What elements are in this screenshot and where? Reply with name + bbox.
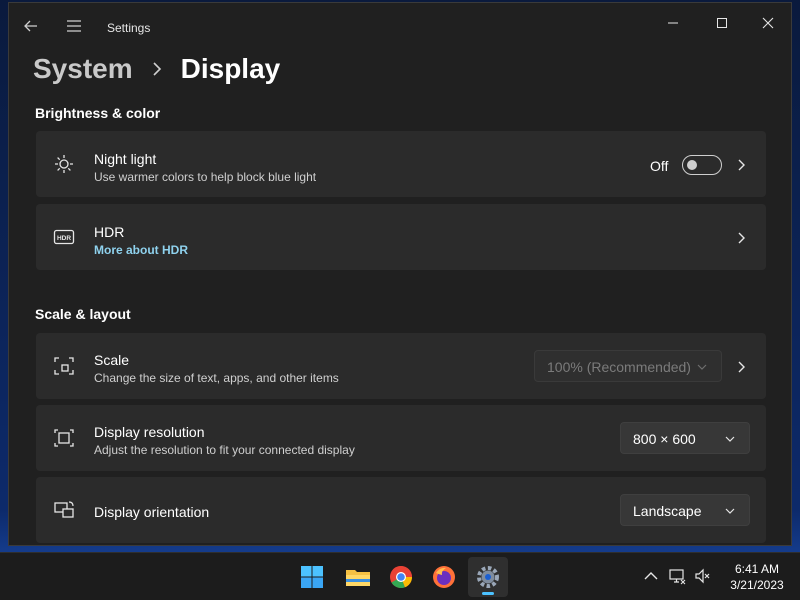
close-icon (762, 17, 774, 29)
hdr-title: HDR (94, 224, 125, 240)
display-resolution-subtitle: Adjust the resolution to fit your connec… (94, 443, 355, 457)
section-title-scale: Scale & layout (35, 306, 131, 322)
volume-muted-icon[interactable] (694, 567, 712, 585)
night-light-toggle-label: Off (650, 158, 669, 174)
chevron-down-icon (725, 436, 735, 442)
start-button[interactable] (292, 557, 332, 597)
toggle-knob (687, 160, 697, 170)
section-title-brightness: Brightness & color (35, 105, 161, 121)
maximize-icon (717, 18, 727, 28)
chevron-right-icon (738, 361, 745, 373)
display-orientation-title: Display orientation (94, 504, 210, 520)
display-resolution-card: Display resolution Adjust the resolution… (36, 405, 766, 471)
clock-date: 3/21/2023 (730, 578, 784, 592)
display-orientation-dropdown[interactable]: Landscape (620, 494, 750, 526)
scale-title: Scale (94, 352, 130, 368)
firefox-button[interactable] (424, 557, 464, 597)
settings-window: Settings System Display Brightness & col… (8, 2, 792, 546)
scale-card[interactable]: Scale Change the size of text, apps, and… (36, 333, 766, 399)
title-bar: Settings (9, 3, 791, 47)
svg-text:HDR: HDR (57, 235, 71, 242)
hdr-card[interactable]: HDR HDR More about HDR (36, 204, 766, 270)
settings-icon (477, 566, 499, 588)
settings-button[interactable] (468, 557, 508, 597)
night-light-icon (55, 155, 73, 173)
file-explorer-icon (346, 570, 370, 586)
chevron-right-icon (738, 159, 745, 171)
chevron-down-icon (697, 364, 707, 370)
network-icon[interactable] (668, 567, 686, 585)
chevron-down-icon (725, 508, 735, 514)
scale-icon (54, 357, 74, 375)
file-explorer-button[interactable] (338, 557, 378, 597)
chevron-up-icon[interactable] (642, 567, 660, 585)
page-title: Display (180, 53, 281, 84)
minimize-button[interactable] (650, 9, 696, 37)
display-resolution-title: Display resolution (94, 424, 205, 440)
chrome-button[interactable] (381, 557, 421, 597)
window-title: Settings (107, 21, 151, 35)
close-button[interactable] (745, 9, 791, 37)
night-light-subtitle: Use warmer colors to help block blue lig… (94, 170, 317, 184)
system-clock[interactable]: 6:41 AM 3/21/2023 (722, 561, 792, 593)
resolution-icon (54, 429, 74, 447)
start-icon (301, 566, 323, 588)
hamburger-menu-icon[interactable] (65, 17, 83, 35)
display-orientation-card: Display orientation Landscape (36, 477, 766, 543)
hdr-icon: HDR (53, 229, 75, 245)
night-light-title: Night light (94, 151, 157, 167)
chevron-right-icon (738, 232, 745, 244)
night-light-card[interactable]: Night light Use warmer colors to help bl… (36, 131, 766, 197)
more-about-hdr-link[interactable]: More about HDR (94, 243, 188, 257)
orientation-icon (54, 501, 74, 518)
chevron-right-icon (153, 62, 161, 76)
breadcrumb: System Display (33, 49, 280, 89)
breadcrumb-system[interactable]: System (33, 53, 133, 85)
active-app-indicator (482, 592, 494, 595)
taskbar: 6:41 AM 3/21/2023 (0, 552, 800, 600)
display-resolution-dropdown[interactable]: 800 × 600 (620, 422, 750, 454)
chrome-icon (390, 566, 413, 589)
display-resolution-value: 800 × 600 (633, 431, 696, 447)
scale-dropdown[interactable]: 100% (Recommended) (534, 350, 722, 382)
maximize-button[interactable] (699, 9, 745, 37)
night-light-toggle[interactable] (682, 155, 722, 175)
scale-dropdown-value: 100% (Recommended) (547, 359, 691, 375)
back-arrow-icon[interactable] (22, 17, 40, 35)
display-orientation-value: Landscape (633, 503, 702, 519)
firefox-icon (433, 566, 455, 588)
scale-subtitle: Change the size of text, apps, and other… (94, 371, 339, 385)
minimize-icon (668, 22, 678, 24)
clock-time: 6:41 AM (734, 562, 780, 576)
